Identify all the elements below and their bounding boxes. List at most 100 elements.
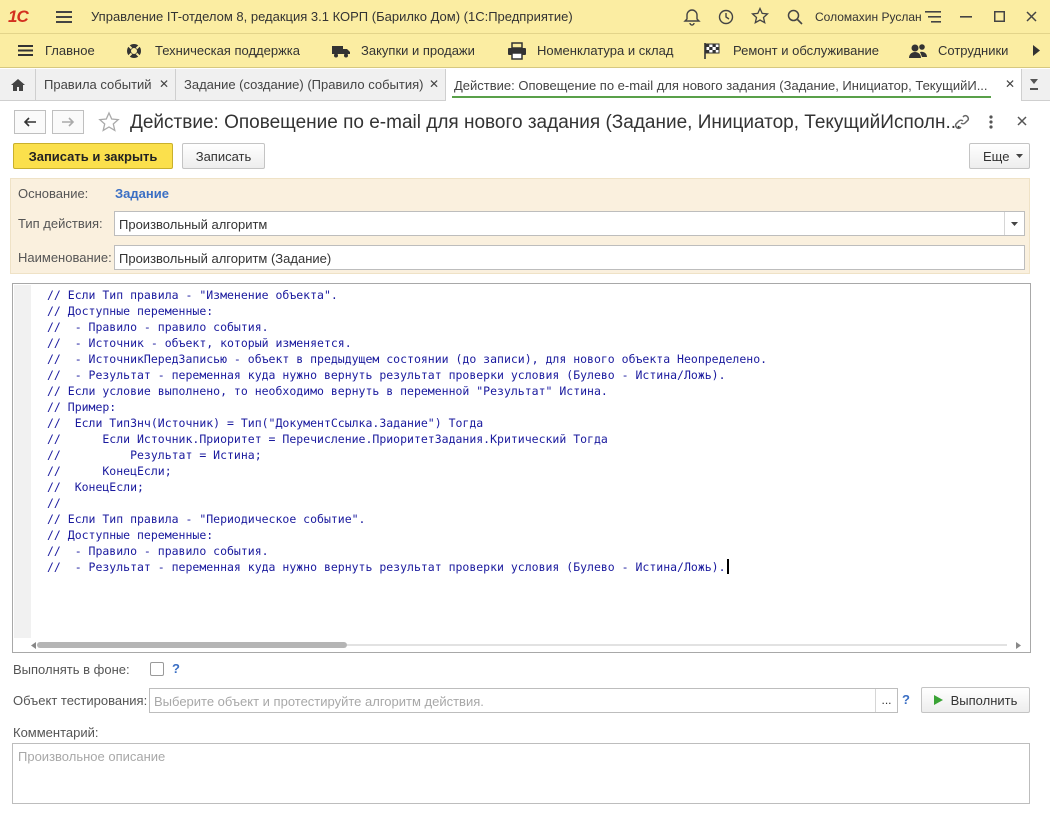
comment-label: Комментарий: <box>13 725 99 740</box>
truck-icon <box>331 43 351 59</box>
play-icon <box>933 695 943 705</box>
dropdown-button[interactable] <box>1004 212 1024 235</box>
title-bar: 1С Управление IT-отделом 8, редакция 3.1… <box>0 0 1050 34</box>
minimize-icon[interactable] <box>960 16 972 18</box>
more-button[interactable]: Еще <box>969 143 1030 169</box>
sections-panel: Главное Техническая поддержка Закупки и … <box>0 34 1050 68</box>
forward-button[interactable] <box>52 110 84 134</box>
save-and-close-button[interactable]: Записать и закрыть <box>13 143 173 169</box>
scrollbar-track[interactable] <box>347 644 1007 646</box>
more-button-label: Еще <box>983 148 1010 164</box>
code-line: // - Источник - объект, который изменяет… <box>47 336 352 350</box>
name-label: Наименование: <box>18 250 112 265</box>
test-object-placeholder: Выберите объект и протестируйте алгоритм… <box>154 694 484 709</box>
tab-task-rule[interactable]: Задание (создание) (Правило события) ✕ <box>176 69 446 100</box>
select-object-button[interactable]: ... <box>875 689 897 712</box>
run-button-label: Выполнить <box>950 692 1018 708</box>
history-icon[interactable] <box>717 8 735 26</box>
section-repair[interactable]: Ремонт и обслуживание <box>703 34 879 67</box>
code-line: // - ИсточникПередЗаписью - объект в пре… <box>47 352 768 366</box>
bell-icon[interactable] <box>683 8 701 26</box>
favorite-star-icon[interactable] <box>98 111 120 133</box>
code-line: // КонецЕсли; <box>47 480 144 494</box>
link-icon[interactable] <box>954 114 970 130</box>
home-tab[interactable] <box>0 69 36 100</box>
user-name[interactable]: Соломахин Руслан <box>815 10 922 24</box>
code-line: // - Результат - переменная куда нужно в… <box>47 368 726 382</box>
scrollbar-thumb[interactable] <box>37 642 347 648</box>
run-button[interactable]: Выполнить <box>921 687 1030 713</box>
section-warehouse-label: Номенклатура и склад <box>537 43 674 58</box>
code-line: // Доступные переменные: <box>47 528 214 542</box>
code-line: // <box>47 496 61 510</box>
arrow-right-icon <box>61 117 75 127</box>
home-icon <box>10 78 26 92</box>
action-type-value: Произвольный алгоритм <box>119 217 268 232</box>
open-windows-tabs: Правила событий ✕ Задание (создание) (Пр… <box>0 69 1050 101</box>
section-purchases-label: Закупки и продажи <box>361 43 475 58</box>
action-type-label: Тип действия: <box>18 216 103 231</box>
form-header: Действие: Оповещение по e-mail для новог… <box>0 102 1050 142</box>
main-menu-icon[interactable] <box>56 10 72 24</box>
save-button[interactable]: Записать <box>182 143 265 169</box>
tab-event-rules-label: Правила событий <box>44 77 152 92</box>
code-line: // Если ТипЗнч(Источник) = Тип("Документ… <box>47 416 484 430</box>
app-title: Управление IT-отделом 8, редакция 3.1 КО… <box>91 9 573 24</box>
scroll-right-icon[interactable] <box>1016 642 1021 649</box>
settings-menu-icon[interactable] <box>925 10 941 24</box>
section-warehouse[interactable]: Номенклатура и склад <box>507 34 673 67</box>
code-line: // - Правило - правило события. <box>47 544 269 558</box>
tab-event-rules[interactable]: Правила событий ✕ <box>36 69 176 100</box>
code-editor[interactable]: // Если Тип правила - "Изменение объекта… <box>12 283 1031 653</box>
code-line: // Если условие выполнено, то необходимо… <box>47 384 608 398</box>
close-tab-icon[interactable]: ✕ <box>1005 77 1015 91</box>
close-form-icon[interactable] <box>1017 116 1027 126</box>
section-employees-label: Сотрудники <box>938 43 1009 58</box>
star-icon[interactable] <box>751 7 769 25</box>
code-line: // Если Источник.Приоритет = Перечислени… <box>47 432 608 446</box>
checkered-flag-icon <box>703 42 721 60</box>
action-type-select[interactable]: Произвольный алгоритм <box>114 211 1025 236</box>
background-run-label: Выполнять в фоне: <box>13 662 130 677</box>
code-line: // Результат = Истина; <box>47 448 262 462</box>
maximize-icon[interactable] <box>994 11 1005 22</box>
lifebuoy-icon <box>125 42 143 60</box>
more-vertical-icon[interactable] <box>989 115 993 129</box>
people-icon <box>908 43 928 59</box>
code-line: // - Правило - правило события. <box>47 320 269 334</box>
code-text[interactable]: // Если Тип правила - "Изменение объекта… <box>47 287 767 575</box>
close-window-icon[interactable] <box>1026 11 1037 22</box>
test-object-input[interactable]: Выберите объект и протестируйте алгоритм… <box>149 688 898 713</box>
text-cursor <box>726 559 729 574</box>
search-icon[interactable] <box>786 8 804 26</box>
chevron-down-icon <box>1011 221 1018 226</box>
help-icon[interactable]: ? <box>902 692 910 707</box>
basis-link[interactable]: Задание <box>115 186 169 201</box>
comment-textarea[interactable]: Произвольное описание <box>12 743 1030 804</box>
close-tab-icon[interactable]: ✕ <box>429 77 439 91</box>
section-main[interactable]: Главное <box>18 34 95 67</box>
tabs-menu-icon[interactable] <box>1030 79 1038 91</box>
name-input[interactable]: Произвольный алгоритм (Задание) <box>114 245 1025 270</box>
tab-action[interactable]: Действие: Оповещение по e-mail для новог… <box>446 69 1022 101</box>
tab-task-rule-label: Задание (создание) (Правило события) <box>184 77 424 92</box>
horizontal-scrollbar[interactable] <box>31 639 1029 651</box>
scroll-left-icon[interactable] <box>31 642 36 649</box>
chevron-down-icon <box>1016 154 1023 158</box>
comment-placeholder: Произвольное описание <box>18 749 166 764</box>
printer-icon <box>507 41 527 60</box>
help-icon[interactable]: ? <box>172 661 180 676</box>
app-logo: 1С <box>8 7 29 26</box>
tab-action-label: Действие: Оповещение по e-mail для новог… <box>454 77 988 93</box>
code-line: // Если Тип правила - "Изменение объекта… <box>47 288 338 302</box>
section-purchases[interactable]: Закупки и продажи <box>331 34 475 67</box>
background-run-checkbox[interactable] <box>150 662 164 676</box>
arrow-left-icon <box>23 117 37 127</box>
close-tab-icon[interactable]: ✕ <box>159 77 169 91</box>
code-line: // - Результат - переменная куда нужно в… <box>47 560 726 574</box>
back-button[interactable] <box>14 110 46 134</box>
section-support[interactable]: Техническая поддержка <box>125 34 300 67</box>
scroll-right-icon[interactable] <box>1033 45 1040 56</box>
form-title: Действие: Оповещение по e-mail для новог… <box>130 112 962 133</box>
section-employees[interactable]: Сотрудники <box>908 34 1008 67</box>
